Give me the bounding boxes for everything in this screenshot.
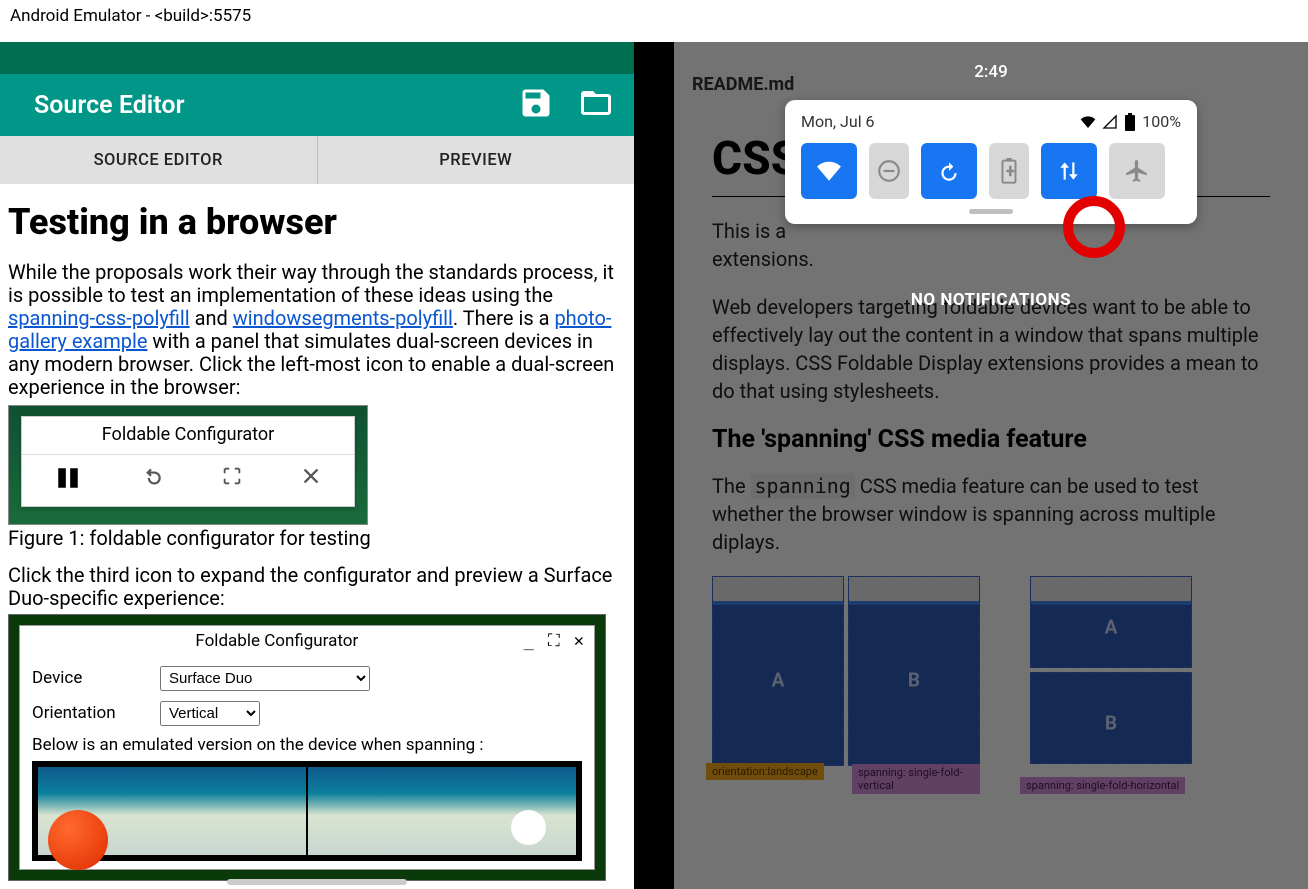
- figure-2-title: Foldable Configurator: [30, 632, 524, 652]
- qs-drag-handle[interactable]: [969, 209, 1013, 214]
- open-folder-icon[interactable]: [576, 85, 616, 125]
- no-notifications-label: NO NOTIFICATIONS: [911, 290, 1071, 310]
- window-title: Android Emulator - <build>:5575: [0, 0, 1308, 36]
- battery-status-icon: [1124, 113, 1136, 131]
- qs-dnd-tile[interactable]: [869, 143, 909, 199]
- tab-bar: SOURCE EDITOR PREVIEW: [0, 136, 634, 184]
- figure-2: Foldable Configurator _⛶✕ Device Surface…: [8, 614, 606, 881]
- app-bar: Source Editor: [0, 74, 634, 136]
- dual-screen-icon: [55, 465, 81, 496]
- device-hinge: [634, 42, 674, 889]
- page-heading: Testing in a browser: [8, 202, 626, 243]
- paragraph-1: While the proposals work their way throu…: [8, 261, 626, 399]
- qs-data-tile[interactable]: [1041, 143, 1097, 199]
- left-screen: Source Editor SOURCE EDITOR PREVIEW Test…: [0, 42, 634, 889]
- qs-date: Mon, Jul 6: [801, 112, 875, 131]
- wifi-status-icon: [1080, 114, 1096, 130]
- status-time: 2:49: [974, 62, 1007, 82]
- emulated-device: [32, 761, 582, 861]
- qs-status-icons: 100%: [1080, 112, 1181, 131]
- tab-source-editor[interactable]: SOURCE EDITOR: [0, 136, 318, 184]
- navigation-pill-left[interactable]: [227, 879, 407, 885]
- rotate-icon: [138, 465, 164, 496]
- qs-rotate-tile[interactable]: [921, 143, 977, 199]
- device-label: Device: [32, 669, 132, 689]
- device-select[interactable]: Surface Duo: [160, 666, 370, 691]
- orientation-label: Orientation: [32, 704, 132, 724]
- figure-1: Foldable Configurator: [8, 405, 368, 525]
- qs-wifi-tile[interactable]: [801, 143, 857, 199]
- qs-battery-saver-tile[interactable]: [989, 143, 1029, 199]
- tab-preview[interactable]: PREVIEW: [318, 136, 635, 184]
- app-title: Source Editor: [34, 91, 185, 120]
- emulator-frame: Source Editor SOURCE EDITOR PREVIEW Test…: [0, 42, 1308, 889]
- link-spanning-polyfill[interactable]: spanning-css-polyfill: [8, 306, 190, 330]
- qs-airplane-tile[interactable]: [1109, 143, 1165, 199]
- figure-1-title: Foldable Configurator: [22, 417, 354, 455]
- save-icon[interactable]: [518, 85, 554, 125]
- signal-status-icon: [1102, 114, 1118, 130]
- close-icon: [300, 465, 322, 496]
- preview-content[interactable]: Testing in a browser While the proposals…: [0, 184, 634, 887]
- status-bar-left: [0, 42, 634, 74]
- figure-2-window-controls: _⛶✕: [524, 632, 584, 652]
- link-windowsegments-polyfill[interactable]: windowsegments-polyfill: [233, 306, 453, 330]
- paragraph-2: Click the third icon to expand the confi…: [8, 564, 626, 610]
- quick-settings-panel[interactable]: Mon, Jul 6 100%: [785, 100, 1197, 224]
- figure-1-caption: Figure 1: foldable configurator for test…: [8, 527, 626, 550]
- figure-2-below-text: Below is an emulated version on the devi…: [32, 736, 582, 756]
- orientation-select[interactable]: Vertical: [160, 701, 260, 726]
- figure-1-panel: Foldable Configurator: [21, 416, 355, 507]
- expand-icon: [221, 465, 243, 496]
- right-screen: README.md CSS This is aextensions. Web d…: [674, 42, 1308, 889]
